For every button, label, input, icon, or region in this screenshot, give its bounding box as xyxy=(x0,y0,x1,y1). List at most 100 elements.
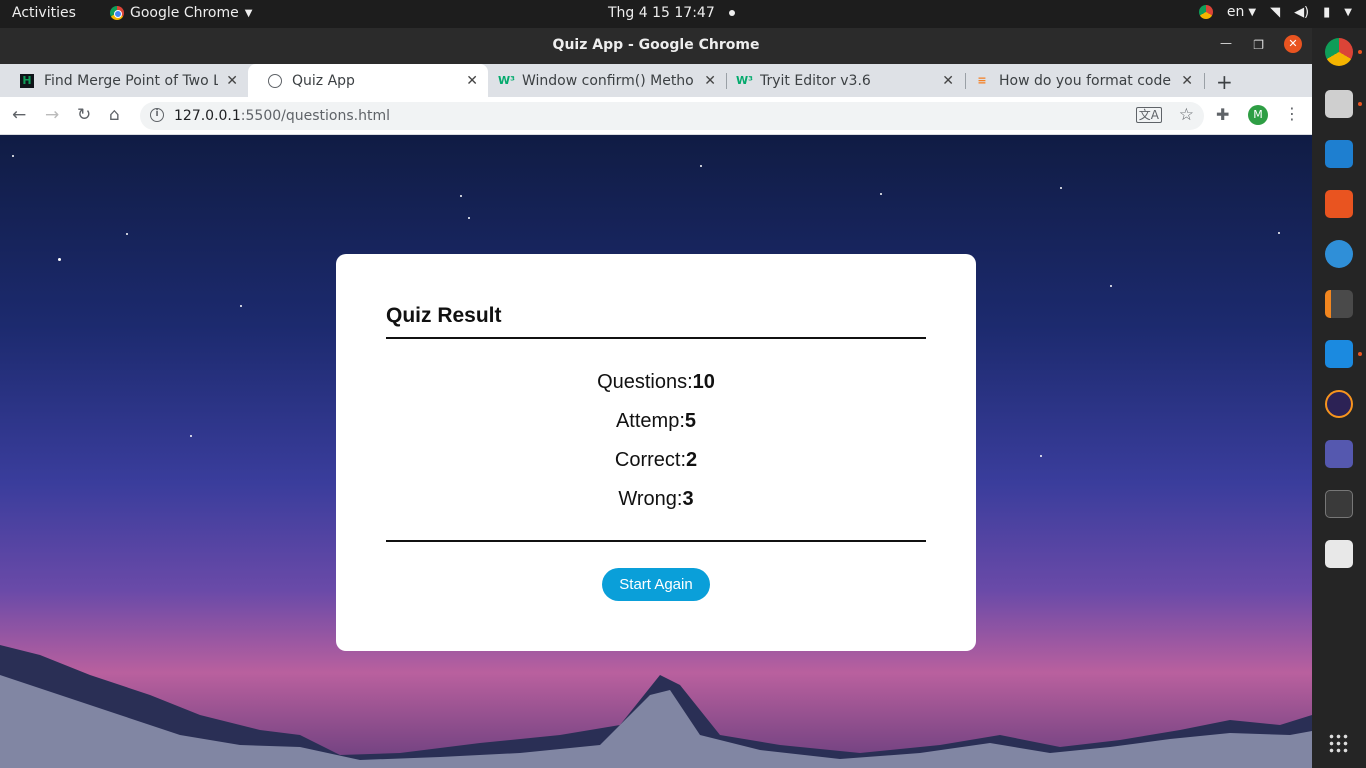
wifi-icon[interactable]: ◥ xyxy=(1270,5,1280,20)
star-decoration xyxy=(460,195,462,197)
close-tab-icon[interactable]: ✕ xyxy=(466,73,478,89)
star-decoration xyxy=(1060,187,1062,189)
tab-find-merge-point[interactable]: H Find Merge Point of Two L ✕ xyxy=(0,64,248,97)
sublime-text-icon[interactable] xyxy=(1325,290,1353,318)
libreoffice-writer-icon[interactable] xyxy=(1325,140,1353,168)
star-decoration xyxy=(880,193,882,195)
document-viewer-icon[interactable] xyxy=(1325,540,1353,568)
divider xyxy=(386,540,926,542)
star-decoration xyxy=(190,435,192,437)
files-icon[interactable] xyxy=(1325,90,1353,118)
chrome-icon xyxy=(110,6,124,20)
tab-label: Tryit Editor v3.6 xyxy=(760,72,871,89)
close-window-icon[interactable]: ✕ xyxy=(1284,35,1302,53)
info-icon[interactable]: i xyxy=(150,108,164,122)
divider xyxy=(386,337,926,339)
running-indicator xyxy=(1358,50,1362,54)
teams-icon[interactable] xyxy=(1325,440,1353,468)
eclipse-icon[interactable] xyxy=(1325,390,1353,418)
stackoverflow-icon: ≡ xyxy=(977,73,987,87)
chevron-down-icon: ▼ xyxy=(1248,6,1257,18)
avatar[interactable]: M xyxy=(1248,105,1268,125)
correct-label: Correct: xyxy=(614,449,686,471)
clock[interactable]: Thg 4 15 17:47 xyxy=(608,5,735,21)
maximize-icon[interactable]: ❐ xyxy=(1253,38,1264,52)
ubuntu-dock xyxy=(1312,28,1366,768)
home-icon[interactable]: ⌂ xyxy=(109,105,120,125)
window-title-bar[interactable]: Quiz App - Google Chrome — ❐ ✕ xyxy=(0,28,1312,64)
attemp-value: 5 xyxy=(684,410,697,432)
star-decoration xyxy=(58,258,61,261)
activities-button[interactable]: Activities xyxy=(12,5,76,21)
star-decoration xyxy=(1278,232,1280,234)
show-applications-icon[interactable] xyxy=(1328,733,1350,755)
chevron-down-icon[interactable]: ▼ xyxy=(1344,7,1352,18)
app-menu-label: Google Chrome xyxy=(130,5,239,21)
close-tab-icon[interactable]: ✕ xyxy=(704,73,716,89)
app-store-icon[interactable] xyxy=(1325,190,1353,218)
app-menu[interactable]: Google Chrome ▼ xyxy=(110,5,252,21)
start-again-button[interactable]: Start Again xyxy=(602,568,710,601)
page-viewport: Quiz Result Questions:10 Attemp:5 Correc… xyxy=(0,135,1312,768)
quiz-result-card: Quiz Result Questions:10 Attemp:5 Correc… xyxy=(336,254,976,651)
questions-label: Questions: xyxy=(597,371,693,393)
tab-window-confirm[interactable]: W³ Window confirm() Metho ✕ xyxy=(478,64,726,97)
star-decoration xyxy=(12,155,14,157)
new-tab-icon[interactable]: + xyxy=(1216,70,1233,94)
vscode-icon[interactable] xyxy=(1325,340,1353,368)
close-tab-icon[interactable]: ✕ xyxy=(942,73,954,89)
quiz-result-title: Quiz Result xyxy=(386,304,502,327)
tab-strip: H Find Merge Point of Two L ✕ Quiz App ✕… xyxy=(0,64,1312,97)
input-language[interactable]: en ▼ xyxy=(1227,4,1256,20)
attemp-label: Attemp: xyxy=(615,410,685,432)
notification-dot-icon xyxy=(728,10,735,16)
tab-label: Window confirm() Metho xyxy=(522,72,694,89)
browser-toolbar: ← → ↻ ⌂ i 127.0.0.1:5500/questions.html … xyxy=(0,97,1312,135)
w3schools-icon: W³ xyxy=(498,73,515,87)
clock-label: Thg 4 15 17:47 xyxy=(608,5,715,21)
mountain-silhouette xyxy=(0,645,1312,768)
volume-icon[interactable]: ◀) xyxy=(1294,5,1309,20)
wrong-stat: Wrong:3 xyxy=(336,488,976,511)
star-decoration xyxy=(468,217,470,219)
window-title: Quiz App - Google Chrome xyxy=(552,37,760,53)
menu-kebab-icon[interactable]: ⋮ xyxy=(1284,104,1300,123)
correct-stat: Correct:2 xyxy=(336,449,976,472)
correct-value: 2 xyxy=(686,449,698,471)
chrome-icon[interactable] xyxy=(1325,38,1353,66)
close-tab-icon[interactable]: ✕ xyxy=(226,73,238,89)
tab-separator xyxy=(1204,73,1205,89)
tab-label: Quiz App xyxy=(292,72,355,89)
chevron-down-icon: ▼ xyxy=(244,7,253,19)
translate-icon[interactable]: 文A xyxy=(1135,107,1162,123)
url-text[interactable]: 127.0.0.1:5500/questions.html xyxy=(174,108,390,124)
help-icon[interactable] xyxy=(1325,240,1353,268)
forward-icon[interactable]: → xyxy=(45,105,59,125)
back-icon[interactable]: ← xyxy=(12,105,26,125)
system-top-bar: Activities Google Chrome ▼ Thg 4 15 17:4… xyxy=(0,0,1366,28)
star-decoration xyxy=(240,305,242,307)
url-path: :5500/questions.html xyxy=(240,108,390,124)
tab-quiz-app[interactable]: Quiz App ✕ xyxy=(248,64,488,97)
wrong-value: 3 xyxy=(682,488,694,510)
url-host: 127.0.0.1 xyxy=(174,108,241,124)
running-indicator xyxy=(1358,102,1362,106)
chrome-tray-icon[interactable] xyxy=(1198,5,1213,19)
tab-label: How do you format code i xyxy=(999,72,1174,89)
star-decoration xyxy=(126,233,128,235)
battery-icon[interactable]: ▮ xyxy=(1323,5,1330,20)
bookmark-star-icon[interactable]: ☆ xyxy=(1179,105,1194,125)
attemp-stat: Attemp:5 xyxy=(336,410,976,433)
reload-icon[interactable]: ↻ xyxy=(77,105,91,125)
extensions-puzzle-icon[interactable]: ✚ xyxy=(1216,105,1229,124)
close-tab-icon[interactable]: ✕ xyxy=(1181,73,1193,89)
star-decoration xyxy=(1110,285,1112,287)
globe-icon xyxy=(268,73,282,88)
tab-stackoverflow[interactable]: ≡ How do you format code i ✕ xyxy=(955,64,1203,97)
tab-tryit-editor[interactable]: W³ Tryit Editor v3.6 ✕ xyxy=(716,64,964,97)
tab-label: Find Merge Point of Two L xyxy=(44,72,219,89)
terminal-icon[interactable] xyxy=(1325,490,1353,518)
system-tray[interactable]: en ▼ ◥ ◀) ▮ ▼ xyxy=(1198,4,1352,20)
minimize-icon[interactable]: — xyxy=(1220,36,1232,50)
address-bar[interactable]: i 127.0.0.1:5500/questions.html 文A ☆ xyxy=(140,102,1204,130)
